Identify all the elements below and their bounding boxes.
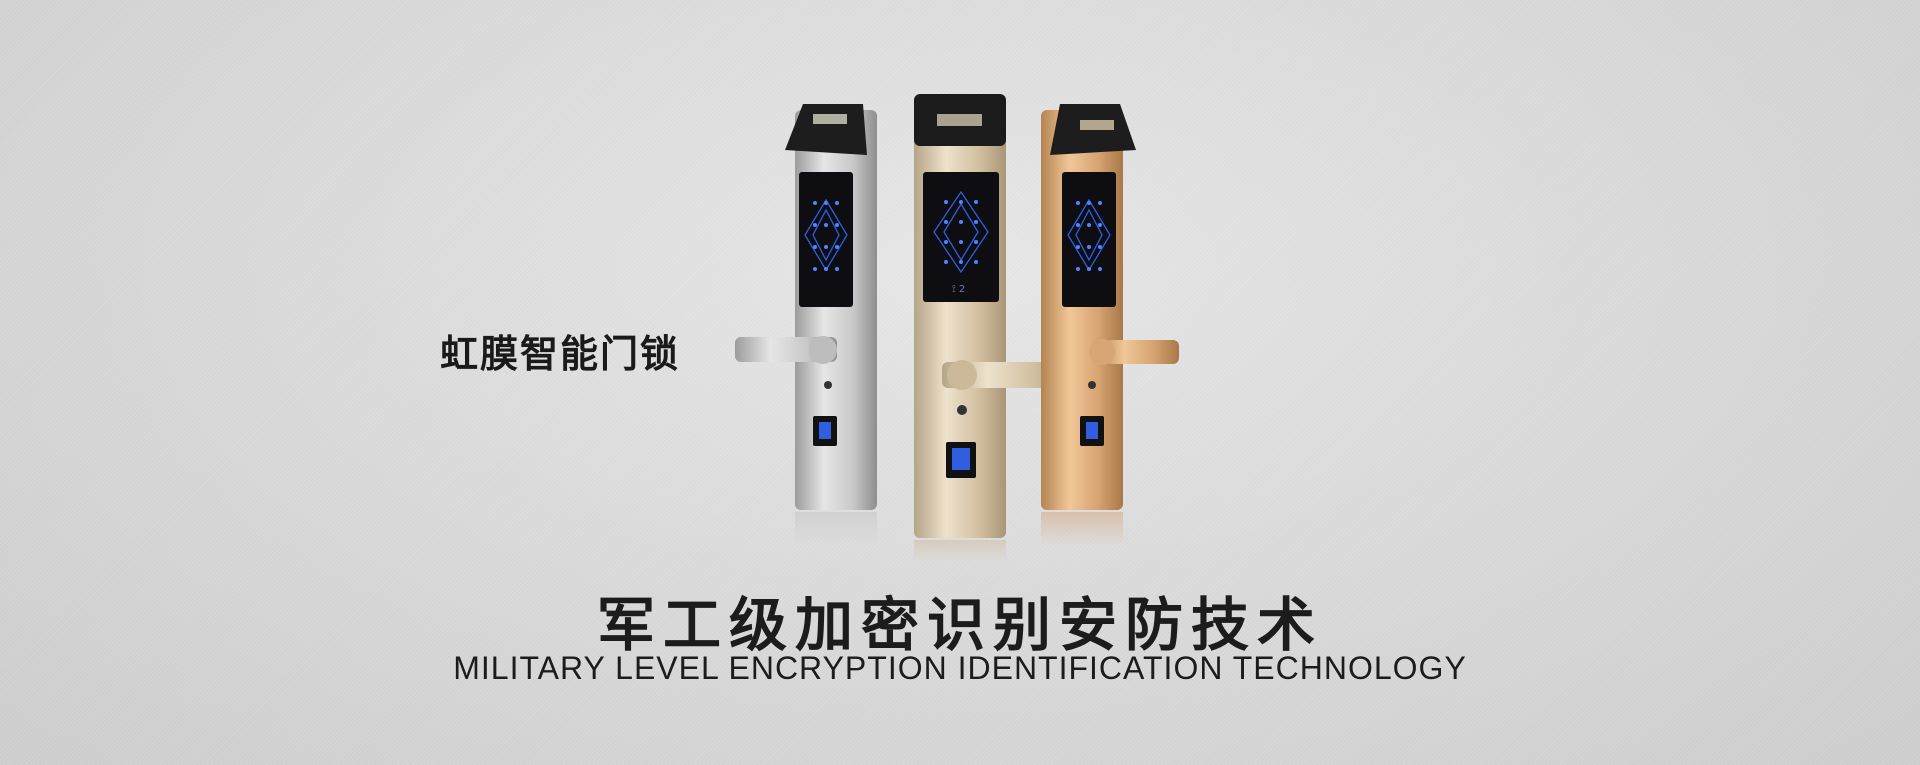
product-title: 虹膜智能门锁 [440, 332, 681, 376]
hero-banner: ⟟ 2 虹膜智能门锁 军工级加密识别安防技术 MILITARY LEVEL EN… [0, 0, 1920, 765]
svg-text:⟟ 2: ⟟ 2 [952, 284, 965, 295]
lock-silver [735, 104, 877, 545]
lock-rose-gold [1041, 104, 1179, 545]
headline-english: MILITARY LEVEL ENCRYPTION IDENTIFICATION… [453, 650, 1467, 686]
